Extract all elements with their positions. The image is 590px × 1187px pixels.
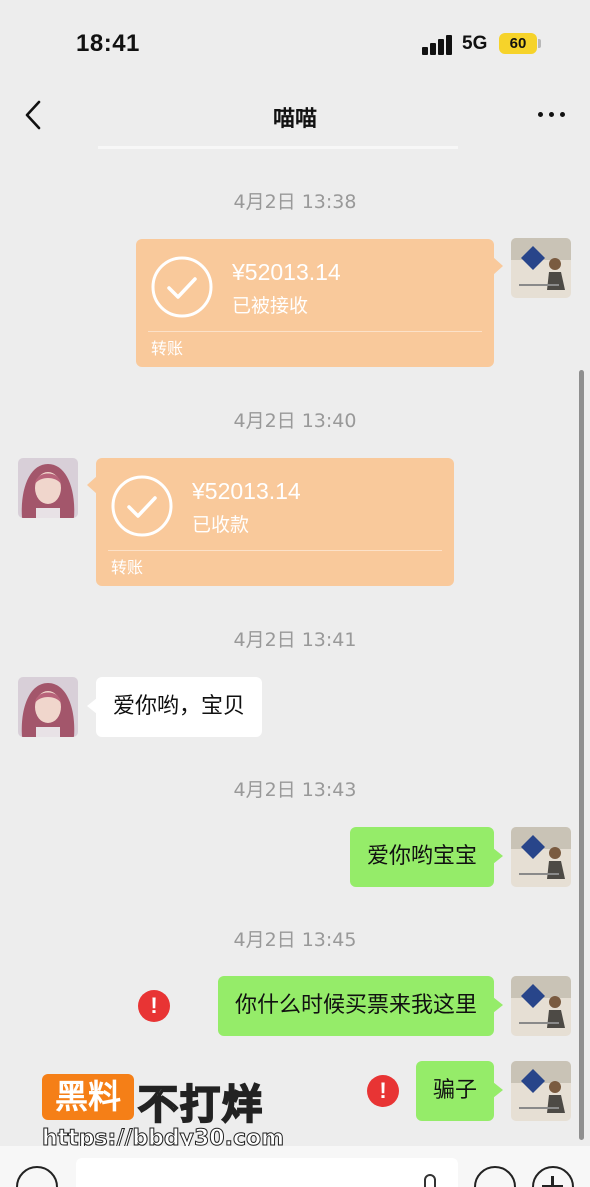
avatar-image (511, 238, 571, 298)
my-avatar[interactable] (511, 976, 571, 1036)
status-time: 18:41 (76, 30, 140, 57)
message-bubble-sent[interactable]: 你什么时候买票来我这里 (217, 976, 503, 1036)
timestamp: 4月2日 13:41 (233, 629, 357, 651)
contact-avatar[interactable] (18, 458, 78, 518)
nav-bar: 喵喵 (0, 84, 590, 146)
avatar-image (511, 827, 571, 887)
watermark-text: 不打烊 (137, 1081, 264, 1129)
contact-avatar[interactable] (18, 677, 78, 737)
timestamp: 4月2日 13:38 (233, 191, 357, 213)
send-failed-icon[interactable]: ! (138, 990, 170, 1022)
transfer-status: 已收款 (192, 514, 250, 536)
transfer-label: 转账 (111, 558, 144, 577)
timestamp: 4月2日 13:40 (233, 410, 357, 432)
timestamp: 4月2日 13:45 (233, 929, 357, 951)
battery-icon: 60 (499, 33, 537, 54)
watermark: 黑料 不打烊 https://bbdy30.com (41, 1072, 342, 1152)
transfer-label: 转账 (151, 339, 184, 358)
timestamp: 4月2日 13:43 (233, 779, 357, 801)
signal-icon (422, 33, 456, 55)
plus-button[interactable] (532, 1166, 574, 1187)
avatar-image (511, 976, 571, 1036)
my-avatar[interactable] (511, 238, 571, 298)
avatar-image (18, 458, 78, 518)
avatar-image (18, 677, 78, 737)
transfer-status: 已被接收 (232, 295, 309, 317)
message-text: 你什么时候买票来我这里 (234, 993, 477, 1018)
check-circle-icon (151, 256, 213, 318)
transfer-amount: ¥52013.14 (232, 259, 341, 285)
my-avatar[interactable] (511, 827, 571, 887)
scrollbar[interactable] (579, 370, 584, 1140)
voice-button[interactable] (16, 1166, 58, 1187)
more-dots-icon (538, 112, 543, 117)
send-failed-icon[interactable]: ! (367, 1075, 399, 1107)
emoji-button[interactable] (474, 1166, 516, 1187)
mic-icon (424, 1174, 436, 1187)
transfer-card-sent[interactable]: ¥52013.14 已被接收 转账 (136, 239, 503, 367)
message-bubble-sent[interactable]: 骗子 (415, 1061, 503, 1121)
network-type: 5G (462, 33, 488, 54)
message-text: 骗子 (432, 1078, 477, 1103)
battery-cap (538, 39, 541, 48)
nav-divider (98, 146, 458, 149)
my-avatar[interactable] (511, 1061, 571, 1121)
message-text: 爱你哟宝宝 (366, 844, 477, 869)
input-bar (0, 1146, 590, 1187)
more-button[interactable] (532, 102, 572, 126)
watermark-logo: 黑料 (42, 1074, 134, 1120)
transfer-card-received[interactable]: ¥52013.14 已收款 转账 (87, 458, 454, 586)
message-bubble-received[interactable]: 爱你哟，宝贝 (87, 677, 263, 737)
check-circle-icon (111, 475, 173, 537)
message-text: 爱你哟，宝贝 (113, 694, 246, 719)
avatar-image (511, 1061, 571, 1121)
message-input[interactable] (76, 1158, 458, 1187)
message-bubble-sent[interactable]: 爱你哟宝宝 (349, 827, 503, 887)
status-bar: 18:41 5G 60 (0, 0, 590, 84)
transfer-amount: ¥52013.14 (192, 478, 301, 504)
chat-title: 喵喵 (272, 107, 317, 132)
